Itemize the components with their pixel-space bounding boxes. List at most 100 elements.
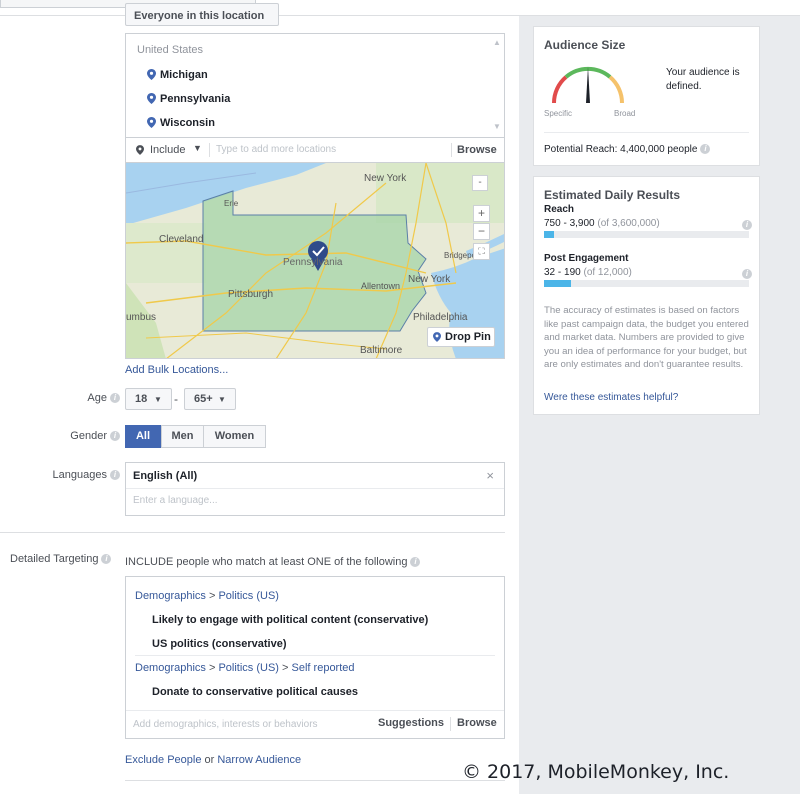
targeting-item[interactable]: Likely to engage with political content …	[152, 614, 428, 626]
top-bar	[0, 0, 800, 16]
breadcrumb: Demographics > Politics (US) > Self repo…	[135, 662, 355, 674]
or-text: or	[204, 754, 215, 766]
breadcrumb-item[interactable]: Demographics	[135, 662, 206, 674]
reach-label: Reach	[544, 204, 575, 215]
info-icon[interactable]: i	[742, 269, 752, 279]
estimates-note: The accuracy of estimates is based on fa…	[544, 305, 749, 370]
exclude-people-link[interactable]: Exclude People	[125, 754, 201, 766]
map-label: Baltimore	[360, 345, 403, 356]
audience-status: Your audience is defined.	[666, 67, 740, 92]
engagement-range: 32 - 190 (of 12,000)	[544, 267, 632, 278]
gauge-specific-label: Specific	[544, 109, 573, 118]
location-country: United States	[137, 44, 204, 56]
age-label: Age i	[60, 392, 120, 404]
targeting-item[interactable]: US politics (conservative)	[152, 638, 287, 650]
section-divider	[125, 780, 505, 781]
detailed-targeting-box: Demographics > Politics (US) Likely to e…	[125, 576, 505, 739]
targeting-browse-button[interactable]: Browse	[457, 717, 497, 729]
map-label: New York	[364, 173, 407, 184]
map-label: Pittsburgh	[228, 289, 274, 300]
audience-size-card: Audience Size Specific Broad Your audien…	[533, 26, 760, 166]
divider	[209, 143, 210, 157]
location-audience-dropdown[interactable]: Everyone in this location	[125, 3, 279, 26]
map-collapse-button[interactable]: -	[472, 175, 488, 191]
location-pin-icon	[147, 93, 156, 104]
location-pin-icon	[147, 117, 156, 128]
chevron-down-icon[interactable]: ▼	[193, 143, 202, 153]
map-label: Pennsylvania	[283, 257, 343, 268]
add-bulk-locations-link[interactable]: Add Bulk Locations...	[125, 364, 228, 376]
map-label: Erie	[224, 199, 239, 208]
age-max-value: 65+	[194, 393, 213, 405]
fullscreen-icon[interactable]: ⛶	[473, 243, 490, 260]
info-icon[interactable]: i	[742, 220, 752, 230]
language-input[interactable]: Enter a language...	[133, 495, 218, 506]
detailed-targeting-label: Detailed Targeting i	[10, 553, 112, 565]
age-min-dropdown[interactable]: 18 ▼	[125, 388, 172, 410]
age-min-value: 18	[135, 393, 148, 405]
location-item-label: Michigan	[160, 69, 208, 81]
scroll-down-icon[interactable]: ▼	[493, 122, 501, 131]
map-label: Cleveland	[159, 234, 204, 245]
gender-all-button[interactable]: All	[125, 425, 161, 448]
breadcrumb-item[interactable]: Politics (US)	[218, 662, 279, 674]
location-pin-icon	[147, 69, 156, 80]
reach-bar	[544, 231, 749, 238]
reach-range: 750 - 3,900 (of 3,600,000)	[544, 218, 660, 229]
zoom-out-button[interactable]: −	[473, 223, 490, 240]
include-dropdown[interactable]: Include	[150, 144, 185, 156]
location-include-bar: Include ▼ Type to add more locations Bro…	[125, 137, 505, 163]
info-icon: i	[110, 470, 120, 481]
narrow-audience-link[interactable]: Narrow Audience	[217, 754, 301, 766]
languages-box: English (All) × Enter a language...	[125, 462, 505, 516]
zoom-in-button[interactable]: +	[473, 205, 490, 222]
breadcrumb-item[interactable]: Self reported	[292, 662, 355, 674]
languages-label: Languages i	[35, 469, 120, 481]
map-label: New York	[408, 274, 451, 285]
map-label: umbus	[126, 312, 157, 323]
section-divider	[0, 532, 505, 533]
targeting-item[interactable]: Donate to conservative political causes	[152, 686, 358, 698]
breadcrumb-item[interactable]: Demographics	[135, 590, 206, 602]
divider	[126, 488, 504, 489]
estimates-helpful-link[interactable]: Were these estimates helpful?	[544, 392, 678, 403]
language-selected: English (All)	[133, 470, 198, 482]
location-pin-icon	[433, 332, 441, 342]
audience-gauge-icon	[551, 66, 625, 104]
targeting-search-input[interactable]: Add demographics, interests or behaviors	[133, 719, 318, 730]
location-list: United States Michigan Pennsylvania Wisc…	[125, 33, 505, 137]
engagement-bar	[544, 280, 749, 287]
location-search-input[interactable]: Type to add more locations	[216, 144, 336, 155]
info-icon: i	[101, 554, 112, 565]
potential-reach: Potential Reach: 4,400,000 people i	[544, 144, 711, 155]
age-max-dropdown[interactable]: 65+ ▼	[184, 388, 236, 410]
divider	[451, 143, 452, 157]
audience-size-title: Audience Size	[544, 38, 626, 52]
location-item[interactable]: Wisconsin	[147, 117, 215, 129]
location-list-scrollbar[interactable]: ▲ ▼	[493, 38, 501, 132]
copyright-watermark: © 2017, MobileMonkey, Inc.	[462, 761, 730, 783]
location-item[interactable]: Michigan	[147, 69, 208, 81]
drop-pin-label: Drop Pin	[445, 331, 491, 343]
daily-results-title: Estimated Daily Results	[544, 188, 681, 202]
gauge-broad-label: Broad	[614, 109, 636, 118]
location-audience-label: Everyone in this location	[134, 10, 265, 22]
breadcrumb-item[interactable]: Politics (US)	[218, 590, 279, 602]
map-label: Philadelphia	[413, 312, 468, 323]
location-pin-icon	[136, 145, 144, 155]
location-browse-button[interactable]: Browse	[457, 144, 497, 156]
chevron-down-icon: ▼	[218, 395, 226, 404]
close-icon[interactable]: ×	[486, 468, 494, 483]
location-map[interactable]: Erie New York Cleveland Pennsylvania Bri…	[125, 163, 505, 359]
info-icon: i	[110, 431, 120, 442]
suggestions-button[interactable]: Suggestions	[378, 717, 444, 729]
map-label: Allentown	[361, 281, 401, 291]
drop-pin-button[interactable]: Drop Pin	[427, 327, 495, 347]
divider	[135, 655, 495, 656]
include-text: INCLUDE people who match at least ONE of…	[125, 556, 421, 568]
gender-women-button[interactable]: Women	[203, 425, 266, 448]
chevron-down-icon: ▼	[154, 395, 162, 404]
location-item[interactable]: Pennsylvania	[147, 93, 230, 105]
gender-men-button[interactable]: Men	[161, 425, 204, 448]
scroll-up-icon[interactable]: ▲	[493, 38, 501, 47]
